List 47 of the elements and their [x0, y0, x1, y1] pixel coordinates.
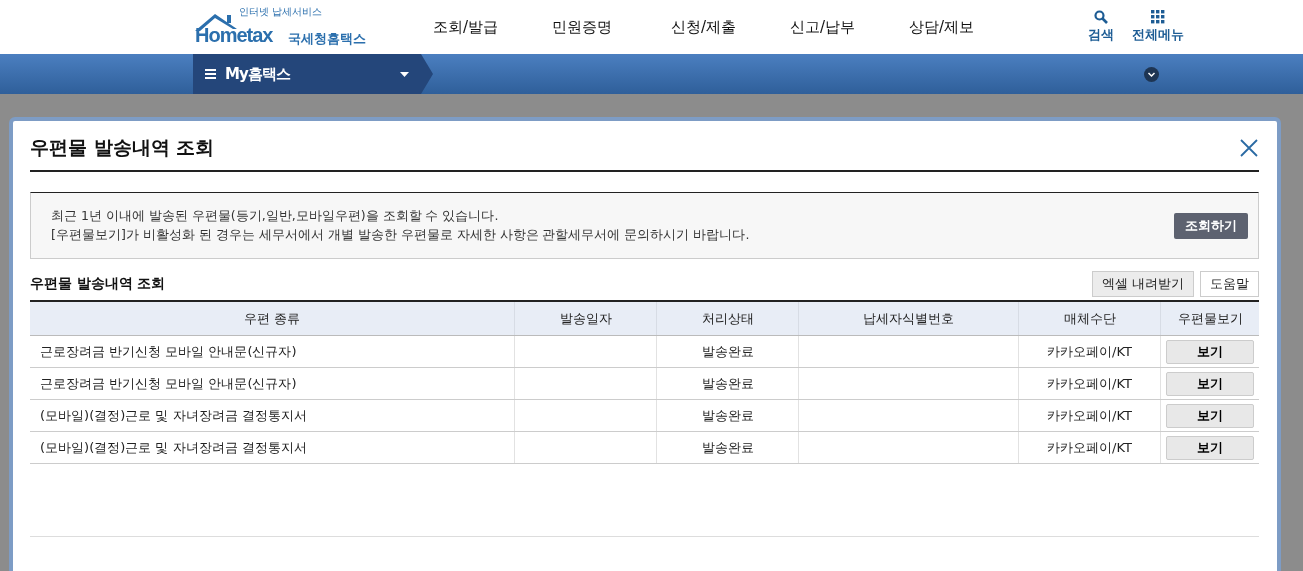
table-cell: 발송완료	[656, 431, 799, 464]
header-action-button[interactable]: 전체메뉴	[1132, 10, 1184, 44]
section-title: 우편물 발송내역 조회	[30, 275, 166, 293]
table-cell: 카카오페이/KT	[1018, 367, 1161, 400]
toolbar-button[interactable]: 도움말	[1200, 271, 1259, 297]
grid-icon	[1151, 10, 1165, 24]
expand-icon[interactable]	[1144, 66, 1159, 82]
nav-item[interactable]: 민원증명	[552, 17, 671, 37]
view-button[interactable]: 보기	[1166, 371, 1254, 396]
column-header: 발송일자	[514, 301, 657, 336]
table-cell: (모바일)(결정)근로 및 자녀장려금 결정통지서	[30, 431, 515, 464]
table-cell: 근로장려금 반기신청 모바일 안내문(신규자)	[30, 367, 515, 400]
view-button[interactable]: 보기	[1166, 403, 1254, 428]
column-header: 매체수단	[1018, 301, 1161, 336]
search-icon	[1094, 10, 1108, 24]
column-header: 납세자식별번호	[798, 301, 1019, 336]
nav-item[interactable]: 신고/납부	[790, 17, 909, 37]
menu-icon	[205, 69, 216, 79]
table-cell: 카카오페이/KT	[1018, 399, 1161, 432]
search-button[interactable]: 조회하기	[1174, 212, 1248, 239]
notice-text: [우편물보기]가 비활성화 된 경우는 세무서에서 개별 발송한 우편물로 자세한 사항은 관할세무서에 문의하시기 바랍니다.	[51, 226, 750, 244]
table-cell: 발송완료	[656, 335, 799, 368]
notice-text: 최근 1년 이내에 발송된 우편물(등기,일반,모바일우편)을 조회할 수 있습니다.	[51, 207, 500, 225]
nav-item[interactable]: 상담/제보	[909, 17, 1028, 37]
column-header: 처리상태	[656, 301, 799, 336]
view-button[interactable]: 보기	[1166, 435, 1254, 460]
table-cell: 발송완료	[656, 399, 799, 432]
header-action-button[interactable]: 검색	[1088, 10, 1114, 44]
close-icon[interactable]	[1240, 138, 1258, 157]
table-cell: 카카오페이/KT	[1018, 335, 1161, 368]
table-cell: (모바일)(결정)근로 및 자녀장려금 결정통지서	[30, 399, 515, 432]
table-cell: 발송완료	[656, 367, 799, 400]
toolbar-button[interactable]: 엑셀 내려받기	[1091, 271, 1194, 297]
logo-wordmark: Hometax	[195, 24, 273, 47]
column-header: 우편 종류	[30, 301, 515, 336]
column-header: 우편물보기	[1160, 301, 1259, 336]
my-hometax-menu[interactable]: My홈택스	[193, 54, 433, 94]
view-button[interactable]: 보기	[1166, 339, 1254, 364]
logo-tagline: 인터넷 납세서비스	[239, 5, 323, 19]
table-cell: 근로장려금 반기신청 모바일 안내문(신규자)	[30, 335, 515, 368]
logo-label: 국세청홈택스	[288, 30, 366, 48]
modal-title: 우편물 발송내역 조회	[30, 134, 215, 160]
nav-item[interactable]: 신청/제출	[671, 17, 790, 37]
caret-icon	[400, 71, 409, 77]
nav-item[interactable]: 조회/발급	[433, 17, 552, 37]
hometax-logo[interactable]: 인터넷 납세서비스 Hometax 국세청홈택스	[193, 5, 383, 49]
table-cell: 카카오페이/KT	[1018, 431, 1161, 464]
